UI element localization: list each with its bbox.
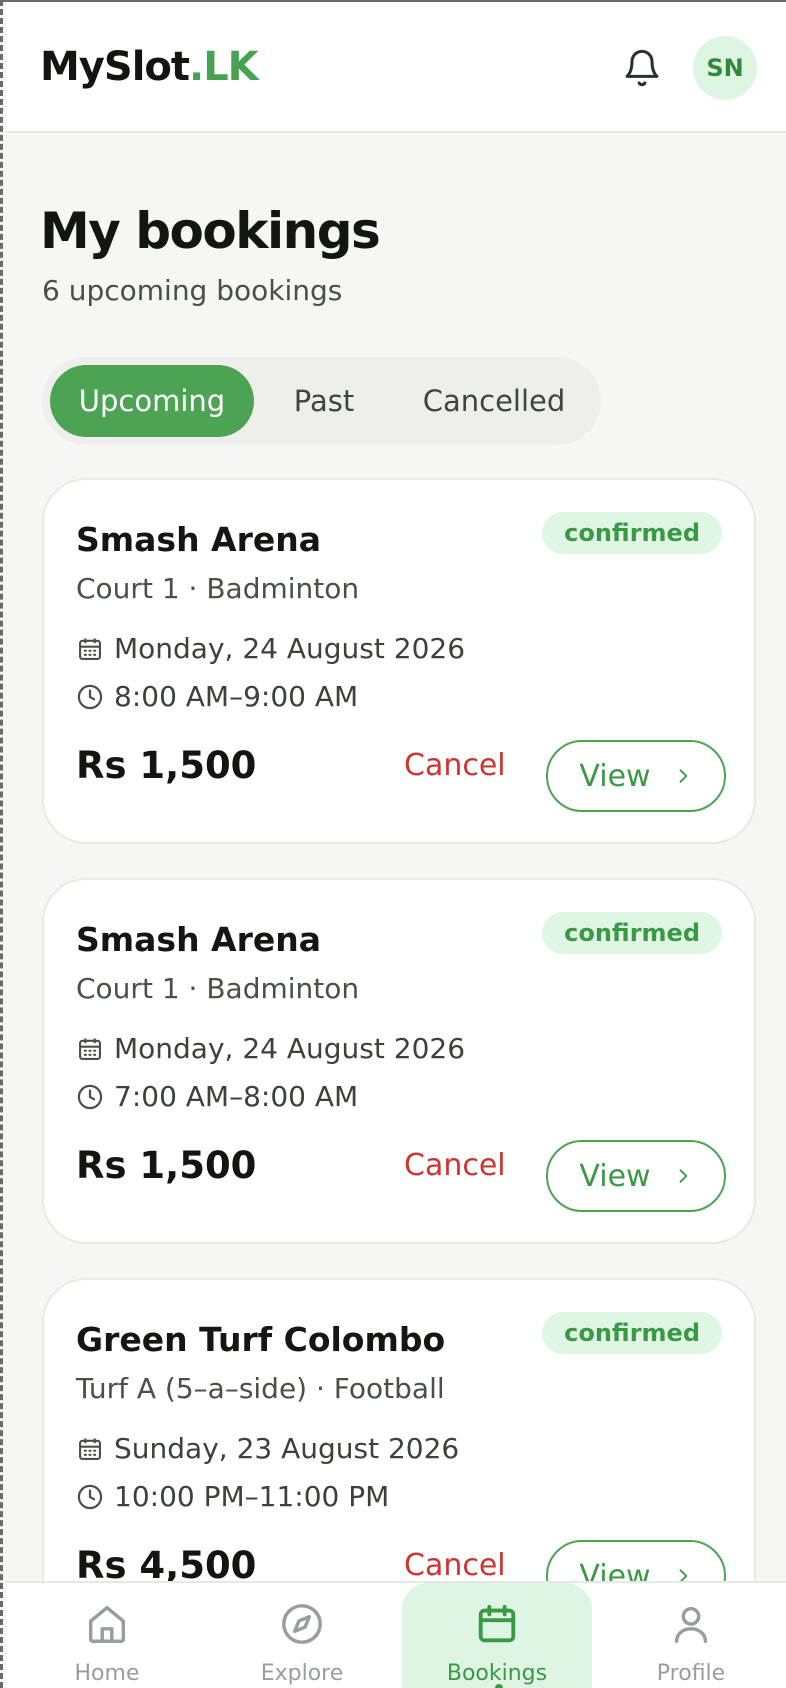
booking-date: Sunday, 23 August 2026 xyxy=(114,1432,460,1465)
cancel-button[interactable]: Cancel xyxy=(404,1548,506,1583)
venue-name: Smash Arena xyxy=(76,520,322,559)
nav-profile-label: Profile xyxy=(656,1661,726,1686)
tab-cancelled[interactable]: Cancelled xyxy=(394,365,594,437)
booking-card[interactable]: Smash Arena Court 1 · Badminton confirme… xyxy=(42,878,756,1244)
booking-date: Monday, 24 August 2026 xyxy=(114,1032,466,1065)
booking-price: Rs 1,500 xyxy=(76,744,257,787)
booking-time-row: 8:00 AM–9:00 AM xyxy=(76,680,358,713)
booking-time-row: 10:00 PM–11:00 PM xyxy=(76,1480,389,1513)
court-sport: Court 1 · Badminton xyxy=(76,972,360,1005)
booking-time: 7:00 AM–8:00 AM xyxy=(114,1080,359,1113)
page-title: My bookings xyxy=(40,202,381,260)
app: MySlot.LK SN My bookings 6 upcoming book… xyxy=(6,2,786,1688)
court-sport: Court 1 · Badminton xyxy=(76,572,360,605)
venue-name: Green Turf Colombo xyxy=(76,1320,446,1359)
view-button[interactable]: View xyxy=(546,740,726,812)
calendar-icon xyxy=(76,635,104,663)
clock-icon xyxy=(76,1083,104,1111)
booking-filter-tabs: Upcoming Past Cancelled xyxy=(42,357,601,445)
top-app-bar: MySlot.LK SN xyxy=(6,2,786,133)
view-label: View xyxy=(579,758,651,794)
calendar-icon xyxy=(474,1601,520,1653)
booking-card[interactable]: Smash Arena Court 1 · Badminton confirme… xyxy=(42,478,756,844)
booking-time-row: 7:00 AM–8:00 AM xyxy=(76,1080,358,1113)
logo-accent: .LK xyxy=(189,44,259,90)
cancel-button[interactable]: Cancel xyxy=(404,748,506,783)
tab-upcoming[interactable]: Upcoming xyxy=(50,365,254,437)
booking-date-row: Sunday, 23 August 2026 xyxy=(76,1432,459,1465)
booking-date: Monday, 24 August 2026 xyxy=(114,632,466,665)
booking-date-row: Monday, 24 August 2026 xyxy=(76,632,465,665)
compass-icon xyxy=(279,1601,325,1653)
calendar-icon xyxy=(76,1035,104,1063)
active-indicator-dot xyxy=(495,1684,503,1688)
nav-home[interactable]: Home xyxy=(12,1583,202,1688)
status-badge: confirmed xyxy=(542,512,722,554)
view-button[interactable]: View xyxy=(546,1140,726,1212)
bookings-count: 6 upcoming bookings xyxy=(42,274,343,307)
booking-time: 10:00 PM–11:00 PM xyxy=(114,1480,390,1513)
chevron-right-icon xyxy=(673,1159,693,1194)
nav-bookings[interactable]: Bookings xyxy=(402,1583,592,1688)
tab-past[interactable]: Past xyxy=(254,365,394,437)
home-icon xyxy=(84,1601,130,1653)
calendar-icon xyxy=(76,1435,104,1463)
user-avatar[interactable]: SN xyxy=(693,36,757,100)
venue-name: Smash Arena xyxy=(76,920,322,959)
booking-date-row: Monday, 24 August 2026 xyxy=(76,1032,465,1065)
app-logo[interactable]: MySlot.LK xyxy=(40,44,259,90)
booking-price: Rs 1,500 xyxy=(76,1144,257,1187)
nav-explore[interactable]: Explore xyxy=(207,1583,397,1688)
status-badge: confirmed xyxy=(542,1312,722,1354)
cancel-button[interactable]: Cancel xyxy=(404,1148,506,1183)
nav-profile[interactable]: Profile xyxy=(596,1583,786,1688)
clock-icon xyxy=(76,1483,104,1511)
court-sport: Turf A (5–a–side) · Football xyxy=(76,1372,445,1405)
booking-time: 8:00 AM–9:00 AM xyxy=(114,680,359,713)
bottom-navigation: Home Explore Bookings Profile xyxy=(6,1581,786,1688)
nav-explore-label: Explore xyxy=(260,1661,344,1686)
chevron-right-icon xyxy=(673,759,693,794)
clock-icon xyxy=(76,683,104,711)
nav-bookings-label: Bookings xyxy=(446,1661,548,1686)
view-label: View xyxy=(579,1158,651,1194)
logo-main: MySlot xyxy=(40,44,190,90)
user-icon xyxy=(668,1601,714,1653)
status-badge: confirmed xyxy=(542,912,722,954)
nav-home-label: Home xyxy=(74,1661,140,1686)
notifications-bell-icon[interactable] xyxy=(618,44,666,92)
